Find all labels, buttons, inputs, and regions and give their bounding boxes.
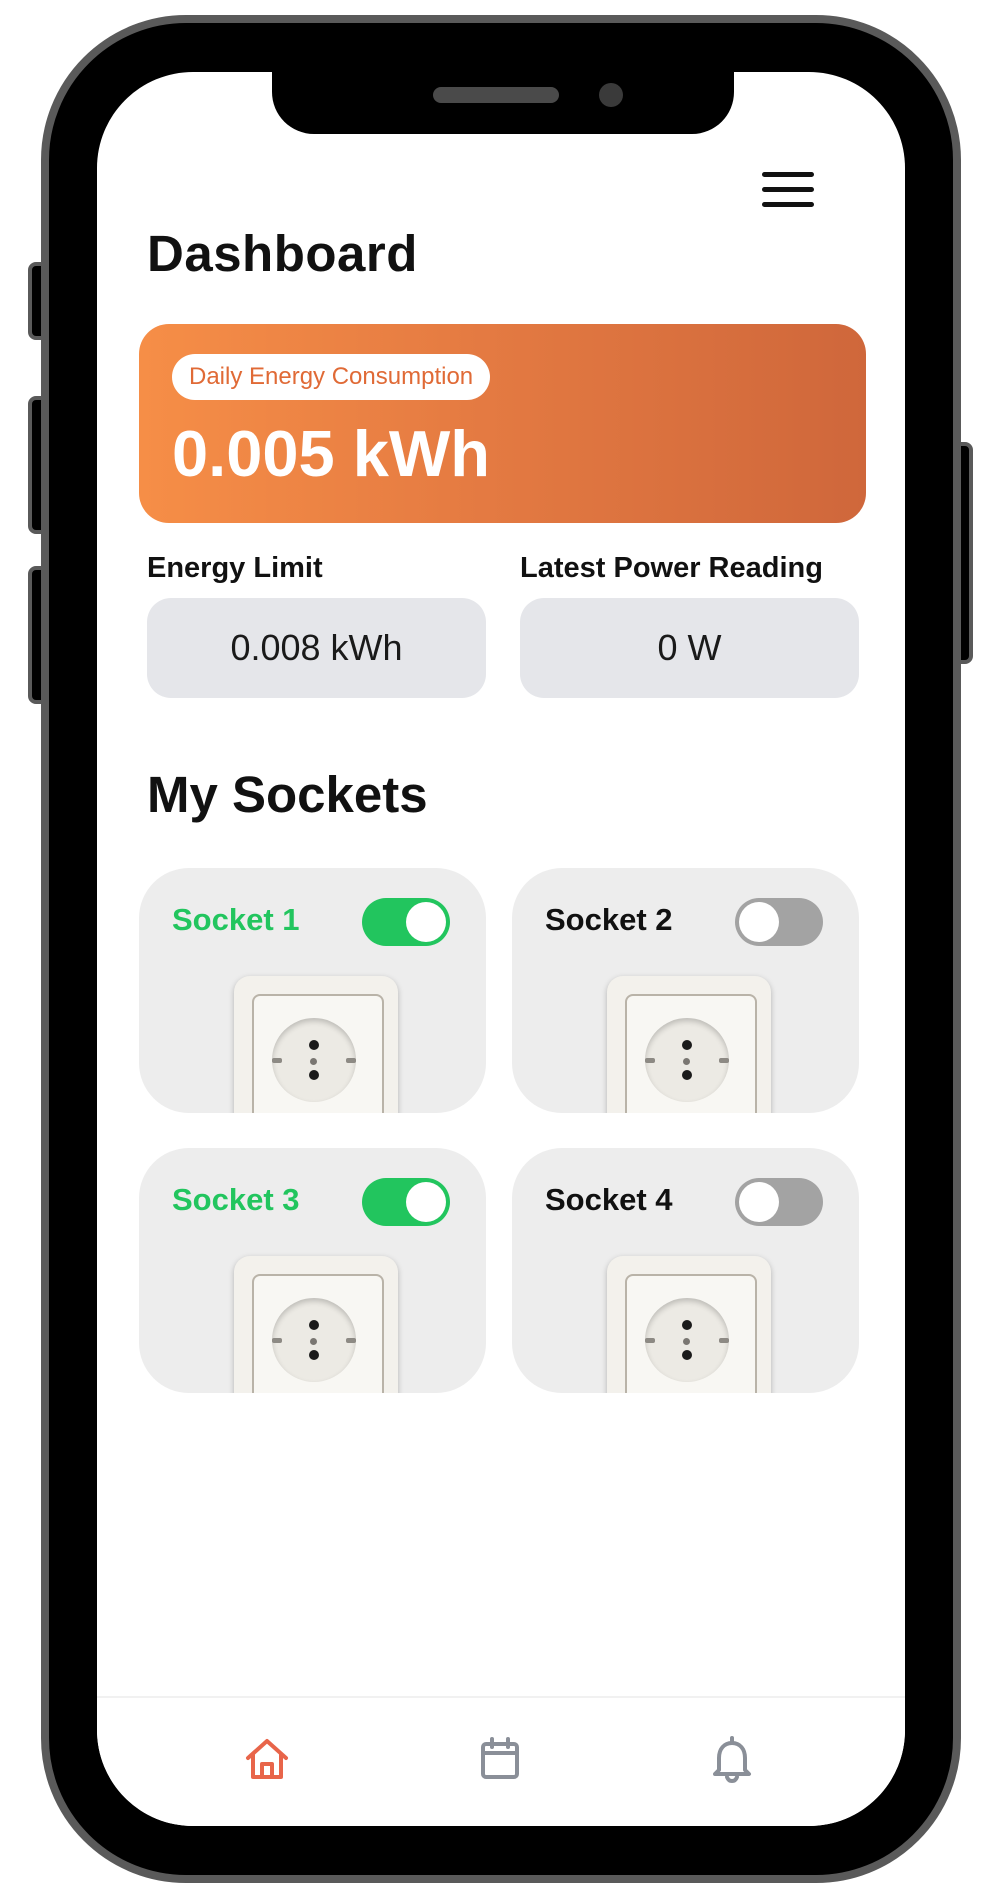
sockets-section-title: My Sockets — [147, 766, 428, 823]
energy-consumption-card: Daily Energy Consumption 0.005 kWh — [139, 324, 866, 523]
toggle-knob — [739, 902, 779, 942]
latest-power-value: 0 W — [520, 598, 859, 698]
toggle-knob — [739, 1182, 779, 1222]
power-outlet-image — [607, 1256, 771, 1393]
hamburger-menu-icon[interactable] — [762, 172, 818, 212]
page-title: Dashboard — [147, 225, 418, 282]
bottom-navigation — [97, 1696, 905, 1826]
socket-name: Socket 2 — [545, 902, 673, 937]
socket-card[interactable]: Socket 2 — [512, 868, 859, 1113]
energy-consumption-label: Daily Energy Consumption — [172, 354, 491, 400]
socket-card[interactable]: Socket 1 — [139, 868, 486, 1113]
socket-card[interactable]: Socket 3 — [139, 1148, 486, 1393]
notch — [272, 72, 734, 134]
home-icon[interactable] — [242, 1734, 292, 1784]
app-screen: Dashboard Daily Energy Consumption 0.005… — [97, 72, 905, 1826]
energy-consumption-value: 0.005 kWh — [172, 417, 490, 490]
socket-toggle[interactable] — [362, 1178, 450, 1226]
socket-name: Socket 3 — [172, 1182, 300, 1217]
latest-power-label: Latest Power Reading — [520, 552, 823, 584]
power-outlet-image — [234, 976, 398, 1113]
socket-toggle[interactable] — [735, 1178, 823, 1226]
toggle-knob — [406, 1182, 446, 1222]
socket-toggle[interactable] — [735, 898, 823, 946]
socket-card[interactable]: Socket 4 — [512, 1148, 859, 1393]
bell-icon[interactable] — [707, 1734, 757, 1784]
camera — [599, 83, 623, 107]
toggle-knob — [406, 902, 446, 942]
power-outlet-image — [234, 1256, 398, 1393]
energy-limit-value: 0.008 kWh — [147, 598, 486, 698]
power-outlet-image — [607, 976, 771, 1113]
energy-limit-label: Energy Limit — [147, 552, 323, 584]
socket-toggle[interactable] — [362, 898, 450, 946]
speaker — [433, 87, 559, 103]
socket-name: Socket 4 — [545, 1182, 673, 1217]
socket-name: Socket 1 — [172, 902, 300, 937]
calendar-icon[interactable] — [475, 1734, 525, 1784]
